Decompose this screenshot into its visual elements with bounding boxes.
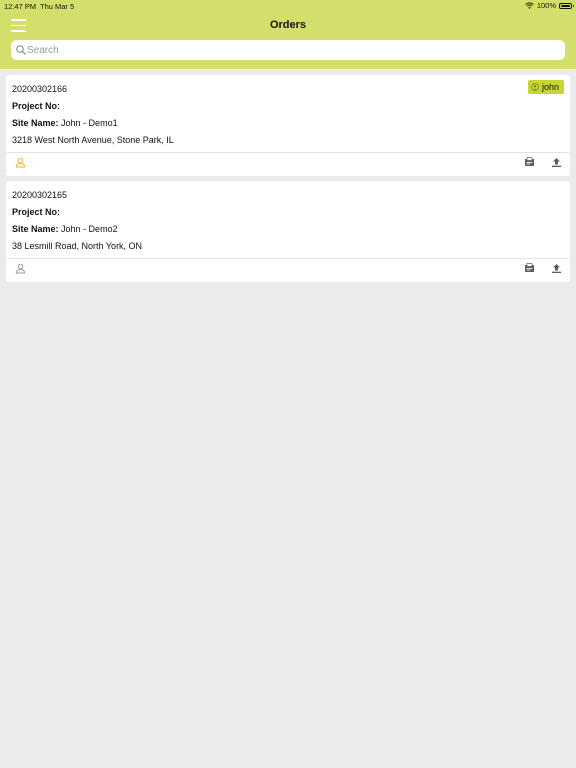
site-name-row: Site Name: John - Demo2 bbox=[12, 224, 118, 234]
project-no-label: Project No: bbox=[12, 101, 61, 111]
site-name-value: John - Demo1 bbox=[61, 118, 118, 128]
status-bar: 12:47 PM Thu Mar 5 100% bbox=[0, 0, 576, 12]
order-number: 20200302166 bbox=[12, 84, 68, 94]
user-circle-icon bbox=[531, 83, 539, 91]
site-name-label: Site Name: bbox=[12, 118, 59, 128]
order-card[interactable]: 20200302166 john Project No: Site Name: … bbox=[6, 75, 570, 176]
assign-user-icon[interactable] bbox=[13, 261, 27, 275]
project-no-row: Project No: bbox=[12, 101, 60, 111]
order-card[interactable]: 20200302165 Project No: Site Name: John … bbox=[6, 181, 570, 282]
project-no-row: Project No: bbox=[12, 207, 60, 217]
print-icon[interactable] bbox=[522, 155, 536, 169]
battery-percent: 100% bbox=[536, 1, 556, 10]
order-address: 3218 West North Avenue, Stone Park, IL bbox=[12, 135, 174, 145]
battery-icon bbox=[559, 2, 574, 9]
site-name-row: Site Name: John - Demo1 bbox=[12, 118, 118, 128]
project-no-label: Project No: bbox=[12, 207, 61, 217]
app-header: 12:47 PM Thu Mar 5 100% Orders bbox=[0, 0, 576, 69]
card-divider bbox=[6, 152, 570, 153]
assignee-name: john bbox=[541, 82, 559, 92]
order-address: 38 Lesmill Road, North York, ON bbox=[12, 241, 143, 251]
assign-user-icon[interactable] bbox=[13, 155, 27, 169]
wifi-icon bbox=[524, 2, 534, 9]
page-title: Orders bbox=[269, 19, 307, 31]
status-right: 100% bbox=[524, 1, 574, 10]
assignee-badge[interactable]: john bbox=[527, 80, 564, 94]
upload-icon[interactable] bbox=[549, 155, 563, 169]
card-divider bbox=[6, 258, 570, 259]
site-name-value: John - Demo2 bbox=[61, 224, 118, 234]
print-icon[interactable] bbox=[522, 261, 536, 275]
search-icon bbox=[16, 45, 26, 55]
order-number: 20200302165 bbox=[12, 190, 68, 200]
status-time: 12:47 PM bbox=[4, 2, 37, 11]
search-bar[interactable] bbox=[11, 40, 565, 60]
site-name-label: Site Name: bbox=[12, 224, 59, 234]
search-input[interactable] bbox=[27, 40, 547, 60]
status-date: Thu Mar 5 bbox=[40, 2, 75, 11]
upload-icon[interactable] bbox=[549, 261, 563, 275]
